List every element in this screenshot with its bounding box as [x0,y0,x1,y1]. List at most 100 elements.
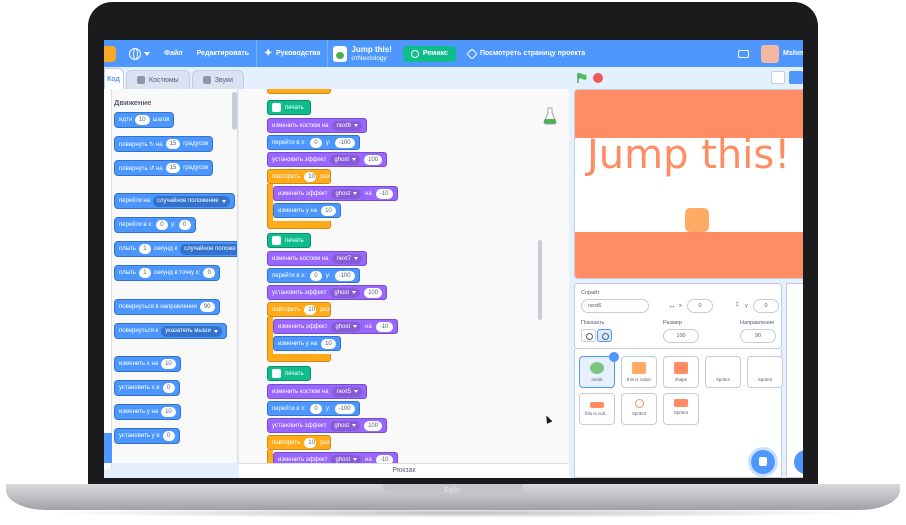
see-project-page-button[interactable]: Посмотреть страницу проекта [462,47,591,60]
backpack[interactable]: Рюкзак [239,463,569,478]
large-stage-button[interactable] [789,71,803,84]
costume-dropdown[interactable]: next5 [332,386,363,397]
effect-dropdown[interactable]: ghost [330,154,361,165]
pen-print-block[interactable]: печать [267,366,311,381]
stage-canvas[interactable]: Jump this! [574,89,803,279]
block-dropdown[interactable]: случайное положение [153,195,230,207]
block-input[interactable]: 100 [364,420,383,431]
block-input[interactable]: 15 [165,163,181,173]
block-input[interactable]: 0 [162,383,175,393]
x-field[interactable]: 0 [687,299,713,313]
goto-xy-block[interactable]: перейти в x: 0 y: -100 [267,401,360,416]
code-scrollbar[interactable] [538,240,542,320]
sprite-tile[interactable]: this is cuber [621,356,657,388]
username[interactable]: Mshimb [783,50,803,57]
palette-block-change-x[interactable]: изменить х на 10 [114,356,181,372]
tab-costumes[interactable]: Костюмы [126,70,190,89]
palette-block-turn-right[interactable]: повернуть ↻ на 15 градусов [114,136,214,152]
avatar[interactable] [761,44,779,63]
show-sprite-button[interactable] [597,329,612,342]
language-menu[interactable] [122,40,157,67]
set-effect-block[interactable]: установить эффект ghost 100 [267,418,388,433]
palette-block-set-y[interactable]: установить у в 0 [114,428,180,444]
switch-costume-block[interactable]: изменить костюм на next5 [267,384,368,399]
block-input[interactable]: 0 [203,268,216,278]
block-input[interactable]: 10 [161,407,176,417]
sprite-tile[interactable]: Sprite2 [747,356,783,388]
sprite-tile[interactable]: this is cub... [579,393,615,425]
y-field[interactable]: 0 [753,299,779,313]
block-input[interactable]: -100 [334,270,355,281]
palette-block-point-direction[interactable]: повернуться в направлении 90 [114,299,220,315]
project-info[interactable]: Jump this! отNextology [328,45,396,63]
palette-block-set-x[interactable]: установить х в 0 [114,380,180,396]
effect-dropdown[interactable]: ghost [331,454,362,463]
goto-xy-block[interactable]: перейти в x: 0 y: -100 [267,135,360,150]
set-effect-block[interactable]: установить эффект ghost 100 [267,152,388,167]
costume-dropdown[interactable]: next6 [332,120,363,131]
tab-code[interactable]: Код [104,68,124,89]
palette-block-goto[interactable]: перейти на случайное положение [114,193,235,209]
effect-dropdown[interactable]: ghost [330,287,361,298]
block-input[interactable]: 1 [138,268,151,278]
block-input[interactable]: -10 [375,321,393,332]
delete-sprite-icon[interactable] [609,352,619,362]
block-input[interactable]: 0 [309,137,322,148]
repeat-block[interactable]: повторить 10 раз [267,302,331,317]
sprite-tile[interactable]: Sprite4 [663,393,699,425]
category-menu[interactable] [104,89,112,469]
block-input[interactable]: 10 [304,304,317,315]
change-y-block[interactable]: изменить у на 10 [273,203,341,218]
hide-sprite-button[interactable] [581,329,596,342]
costume-dropdown[interactable]: next7 [332,253,363,264]
small-stage-button[interactable] [771,71,785,84]
stop-icon[interactable] [593,73,603,83]
scratch-logo[interactable] [104,45,116,62]
block-input[interactable]: 0 [309,403,322,414]
block-input[interactable]: 10 [304,437,317,448]
block-input[interactable]: 10 [304,171,317,182]
block-input[interactable]: 10 [161,359,176,369]
sprite-tile[interactable]: next6 [579,352,619,388]
size-field[interactable]: 100 [663,329,699,343]
block-input[interactable]: 100 [364,287,383,298]
palette-scrollbar[interactable] [232,92,237,130]
palette-block-point-towards[interactable]: повернуться к указатель мыши [114,323,227,339]
code-area[interactable]: печать изменить костюм на next6 перейти … [239,89,569,463]
block-input[interactable]: 0 [178,220,191,230]
green-flag-icon[interactable] [577,73,587,83]
folder-icon[interactable] [738,49,749,58]
add-sprite-button[interactable] [751,450,775,474]
block-dropdown[interactable]: случайное положе [180,243,237,255]
repeat-block[interactable]: повторить 10 раз [267,169,331,184]
block-dropdown[interactable]: указатель мыши [161,325,222,337]
effect-dropdown[interactable]: ghost [331,321,362,332]
palette-block-goto-xy[interactable]: перейти в x: 0 y: 0 [114,217,196,233]
sprite-tile[interactable]: Sprite3 [621,393,657,425]
tab-sounds[interactable]: Звуки [191,70,244,89]
change-effect-block[interactable]: изменить эффект ghost на -10 [273,319,398,334]
palette-block-turn-left[interactable]: повернуть ↺ на 15 градусов [114,160,214,176]
block-input[interactable]: 15 [165,139,181,149]
block-input[interactable]: 0 [309,270,322,281]
change-y-block[interactable]: изменить у на 10 [273,336,341,351]
effect-dropdown[interactable]: ghost [331,188,362,199]
change-effect-block[interactable]: изменить эффект ghost на -10 [273,186,398,201]
block-input[interactable]: -100 [334,403,355,414]
block-input[interactable]: 10 [321,205,336,216]
file-menu[interactable]: Файл [157,40,190,67]
switch-costume-block[interactable]: изменить костюм на next7 [267,251,368,266]
block-input[interactable]: 90 [199,302,215,312]
sprite-tile[interactable]: Sprite1 [705,356,741,388]
sprite-name-field[interactable]: next6 [581,299,649,313]
block-input[interactable]: -100 [334,137,355,148]
block-input[interactable]: -10 [375,188,393,199]
palette-block-change-y[interactable]: изменить у на 10 [114,404,181,420]
block-input[interactable]: 0 [155,220,168,230]
set-effect-block[interactable]: установить эффект ghost 100 [267,285,388,300]
pen-print-block[interactable]: печать [267,233,311,248]
switch-costume-block[interactable]: изменить костюм на next6 [267,118,368,133]
block-input[interactable]: -10 [375,454,393,463]
block-input[interactable]: 1 [138,244,151,254]
direction-field[interactable]: 90 [740,329,776,343]
